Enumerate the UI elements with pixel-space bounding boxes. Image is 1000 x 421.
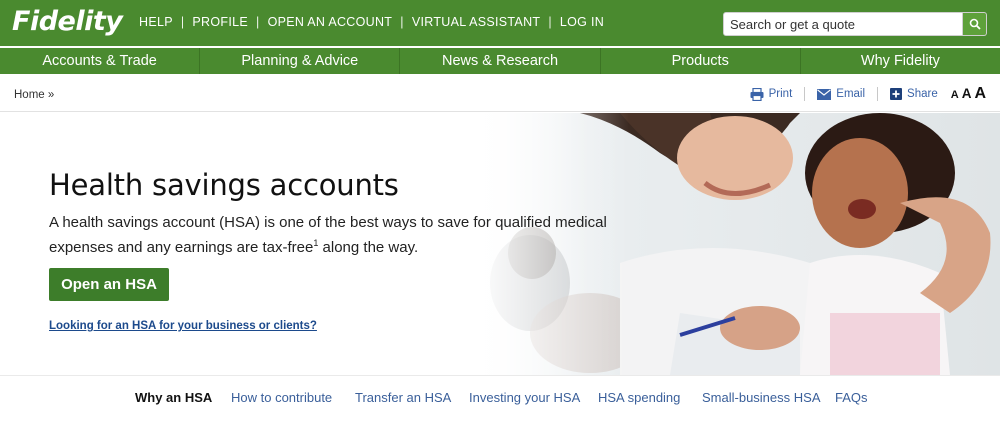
share-label: Share: [907, 88, 938, 100]
search-input[interactable]: [723, 12, 963, 36]
divider: [804, 87, 806, 101]
tab-investing-your-hsa[interactable]: Investing your HSA: [469, 390, 580, 405]
page-tools: Print Email Share A A A: [738, 85, 986, 103]
tab-why-an-hsa[interactable]: Why an HSA: [135, 390, 212, 405]
section-tabs: Why an HSA How to contribute Transfer an…: [0, 375, 1000, 421]
print-button[interactable]: Print: [750, 87, 793, 101]
tab-small-business-hsa[interactable]: Small-business HSA: [702, 390, 821, 405]
nav-planning-advice[interactable]: Planning & Advice: [199, 48, 399, 74]
top-header: Fidelity HELP | PROFILE | OPEN AN ACCOUN…: [0, 0, 1000, 46]
font-size-small[interactable]: A: [951, 89, 959, 101]
tab-transfer-an-hsa[interactable]: Transfer an HSA: [355, 390, 451, 405]
fidelity-logo[interactable]: Fidelity: [12, 6, 123, 37]
open-account-link[interactable]: OPEN AN ACCOUNT: [268, 15, 393, 29]
envelope-icon: [817, 88, 832, 100]
divider: |: [256, 15, 260, 29]
tab-faqs[interactable]: FAQs: [835, 390, 868, 405]
nav-why-fidelity[interactable]: Why Fidelity: [799, 48, 1000, 74]
open-hsa-button[interactable]: Open an HSA: [49, 268, 169, 301]
profile-link[interactable]: PROFILE: [192, 15, 248, 29]
log-in-link[interactable]: LOG IN: [560, 15, 604, 29]
divider: [877, 87, 879, 101]
font-size-controls: A A A: [948, 85, 986, 103]
printer-icon: [750, 87, 764, 101]
hero-description: A health savings account (HSA) is one of…: [49, 212, 609, 258]
page-title: Health savings accounts: [49, 168, 399, 202]
business-hsa-link[interactable]: Looking for an HSA for your business or …: [49, 320, 317, 332]
breadcrumb-row: Home » Print Email Share A A A: [0, 74, 1000, 112]
virtual-assistant-link[interactable]: VIRTUAL ASSISTANT: [412, 15, 541, 29]
email-button[interactable]: Email: [817, 88, 865, 100]
divider: |: [400, 15, 404, 29]
tab-how-to-contribute[interactable]: How to contribute: [231, 390, 332, 405]
breadcrumb[interactable]: Home »: [14, 89, 54, 101]
email-label: Email: [836, 88, 866, 100]
search-bar: [723, 12, 987, 36]
hero-text: Health savings accounts A health savings…: [49, 168, 609, 258]
hero-section: Health savings accounts A health savings…: [0, 113, 1000, 375]
share-button[interactable]: Share: [890, 88, 938, 100]
font-size-medium[interactable]: A: [962, 86, 972, 101]
nav-products[interactable]: Products: [599, 48, 800, 74]
plus-box-icon: [890, 88, 903, 100]
nav-news-research[interactable]: News & Research: [399, 48, 599, 74]
search-icon: [969, 18, 981, 30]
divider: |: [548, 15, 552, 29]
hero-description-end: along the way.: [318, 239, 419, 256]
search-button[interactable]: [963, 12, 987, 36]
help-link[interactable]: HELP: [139, 15, 173, 29]
main-nav: Accounts & Trade Planning & Advice News …: [0, 48, 1000, 74]
utility-nav: HELP | PROFILE | OPEN AN ACCOUNT | VIRTU…: [139, 15, 604, 29]
font-size-large[interactable]: A: [974, 85, 986, 103]
nav-accounts-trade[interactable]: Accounts & Trade: [0, 48, 199, 74]
tab-hsa-spending[interactable]: HSA spending: [598, 390, 680, 405]
divider: |: [180, 15, 185, 29]
print-label: Print: [768, 88, 793, 100]
